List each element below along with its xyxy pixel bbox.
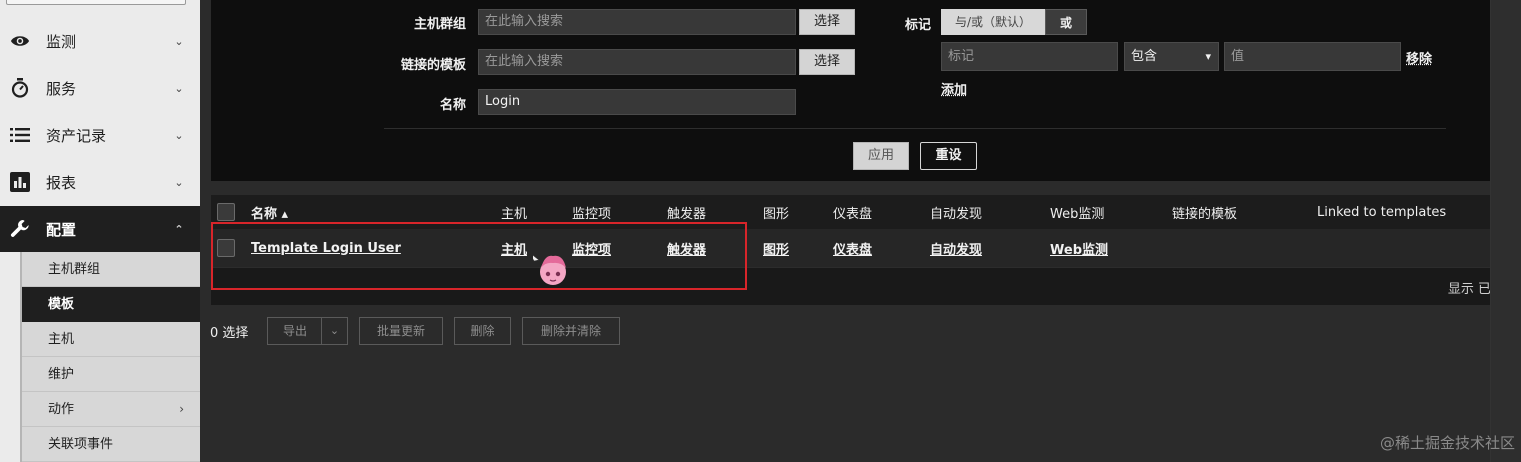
vertical-scrollbar[interactable] <box>1490 0 1521 462</box>
column-header-linked-templates: 链接的模板 <box>1172 206 1238 222</box>
tag-evaltype-toggle: 与/或（默认） 或 <box>941 9 1088 35</box>
hosts-link[interactable]: 主机 <box>501 229 527 267</box>
sidebar-item-label: 配置 <box>46 220 77 239</box>
or-option[interactable]: 或 <box>1045 9 1088 35</box>
sidebar-item-label: 监测 <box>46 32 77 51</box>
tag-operator-select[interactable]: 包含 ▾ <box>1124 42 1219 71</box>
template-name-link[interactable]: Template Login User <box>251 229 401 267</box>
reset-button[interactable]: 重设 <box>920 142 977 170</box>
submenu-item-maintenance[interactable]: 维护 <box>22 357 200 392</box>
select-all-checkbox[interactable] <box>217 203 235 221</box>
tag-operator-value: 包含 <box>1131 49 1158 64</box>
web-link[interactable]: Web监测 <box>1050 229 1108 267</box>
tag-remove-link[interactable]: 移除 <box>1406 48 1432 67</box>
configuration-submenu: 主机群组 模板 主机 维护 动作 › 关联项事件 <box>22 252 200 462</box>
table-row: Template Login User 主机 监控项 触发器 图形 仪表盘 自动… <box>211 229 1491 267</box>
row-checkbox-cell <box>217 229 235 267</box>
sidebar: 监测 ⌄ 服务 ⌄ 资产记录 ⌄ 报表 ⌄ 配置 ⌃ 主机群组 模板 主机 维护 <box>0 0 200 462</box>
stopwatch-icon <box>10 78 30 98</box>
filter-panel: 主机群组 在此输入搜索 选择 链接的模板 在此输入搜索 选择 名称 Login … <box>211 0 1491 181</box>
submenu-item-actions[interactable]: 动作 › <box>22 392 200 427</box>
sidebar-item-label: 报表 <box>46 173 77 192</box>
submenu-item-label: 主机 <box>48 332 75 347</box>
column-header-triggers: 触发器 <box>667 206 707 222</box>
column-header-dashboards: 仪表盘 <box>833 206 873 222</box>
select-all-checkbox-cell <box>217 195 235 229</box>
dashboards-link[interactable]: 仪表盘 <box>833 229 872 267</box>
watermark: @稀土掘金技术社区 <box>1379 434 1515 452</box>
discovery-link[interactable]: 自动发现 <box>930 229 982 267</box>
column-header-discovery: 自动发现 <box>930 206 983 222</box>
triggers-link[interactable]: 触发器 <box>667 229 706 267</box>
linked-template-input[interactable]: 在此输入搜索 <box>478 49 796 75</box>
linked-template-label: 链接的模板 <box>400 58 466 73</box>
delete-button[interactable]: 删除 <box>454 317 511 345</box>
export-button[interactable]: 导出 <box>267 317 323 345</box>
cursor-sticker-icon <box>533 254 566 285</box>
templates-table: 名称 ▴ 主机 监控项 触发器 图形 仪表盘 自动发现 Web监测 链接的模板 … <box>211 195 1491 305</box>
chevron-down-icon: ⌄ <box>174 34 184 48</box>
chevron-right-icon: › <box>179 402 184 416</box>
submenu-item-label: 动作 <box>48 402 75 417</box>
sidebar-item-services[interactable]: 服务 ⌄ <box>0 65 200 111</box>
submenu-item-label: 维护 <box>48 367 75 382</box>
host-group-input[interactable]: 在此输入搜索 <box>478 9 796 35</box>
wrench-icon <box>10 219 30 239</box>
and-or-option[interactable]: 与/或（默认） <box>941 9 1046 35</box>
sidebar-item-reports[interactable]: 报表 ⌄ <box>0 159 200 205</box>
column-header-linked-to-templates: Linked to templates <box>1317 204 1447 220</box>
submenu-item-label: 模板 <box>48 297 75 312</box>
submenu-item-label: 主机群组 <box>48 262 101 277</box>
column-header-graphs: 图形 <box>763 206 790 222</box>
chevron-up-icon: ⌃ <box>174 222 184 236</box>
graphs-link[interactable]: 图形 <box>763 229 789 267</box>
eye-icon <box>10 31 30 51</box>
main-content: 主机群组 在此输入搜索 选择 链接的模板 在此输入搜索 选择 名称 Login … <box>200 0 1521 462</box>
tags-label: 标记 <box>904 18 931 33</box>
row-checkbox[interactable] <box>217 239 235 257</box>
chevron-down-icon: ▾ <box>1205 50 1211 63</box>
apply-button[interactable]: 应用 <box>853 142 909 170</box>
host-group-label: 主机群组 <box>413 17 466 32</box>
mass-update-button[interactable]: 批量更新 <box>359 317 443 345</box>
tag-add-link[interactable]: 添加 <box>941 79 967 98</box>
chevron-down-icon: ⌄ <box>174 128 184 142</box>
column-header-web: Web监测 <box>1050 206 1105 222</box>
sidebar-item-label: 服务 <box>46 79 77 98</box>
list-icon <box>10 125 30 145</box>
tag-value-input[interactable]: 值 <box>1224 42 1401 71</box>
chevron-down-icon: ⌄ <box>329 324 340 337</box>
sidebar-search-input[interactable] <box>6 0 186 5</box>
export-dropdown-button[interactable]: ⌄ <box>321 317 348 345</box>
column-header-name[interactable]: 名称 ▴ <box>251 195 288 229</box>
submenu-item-hosts[interactable]: 主机 <box>22 322 200 357</box>
tag-name-input[interactable]: 标记 <box>941 42 1118 71</box>
column-header-items: 监控项 <box>572 206 612 222</box>
host-group-select-button[interactable]: 选择 <box>799 9 855 35</box>
table-footer: 显示 已 <box>211 267 1491 305</box>
submenu-item-host-groups[interactable]: 主机群组 <box>22 252 200 287</box>
bar-chart-icon <box>10 172 30 192</box>
submenu-item-event-correlation[interactable]: 关联项事件 <box>22 427 200 462</box>
submenu-item-templates[interactable]: 模板 <box>22 287 200 322</box>
filter-divider <box>384 128 1446 129</box>
sidebar-item-inventory[interactable]: 资产记录 ⌄ <box>0 112 200 158</box>
sidebar-item-label: 资产记录 <box>46 126 107 145</box>
name-label: 名称 <box>439 98 466 113</box>
chevron-down-icon: ⌄ <box>174 81 184 95</box>
display-count-text: 显示 已 <box>1447 282 1491 297</box>
chevron-down-icon: ⌄ <box>174 175 184 189</box>
linked-template-select-button[interactable]: 选择 <box>799 49 855 75</box>
name-input[interactable]: Login <box>478 89 796 115</box>
submenu-item-label: 关联项事件 <box>48 437 114 452</box>
items-link[interactable]: 监控项 <box>572 229 611 267</box>
column-header-hosts: 主机 <box>501 206 528 222</box>
sidebar-item-configuration[interactable]: 配置 ⌃ <box>0 206 200 252</box>
selected-count: 0 选择 <box>210 326 249 341</box>
delete-and-clear-button[interactable]: 删除并清除 <box>522 317 620 345</box>
table-header: 名称 ▴ 主机 监控项 触发器 图形 仪表盘 自动发现 Web监测 链接的模板 … <box>211 195 1491 229</box>
sidebar-item-monitoring[interactable]: 监测 ⌄ <box>0 18 200 64</box>
